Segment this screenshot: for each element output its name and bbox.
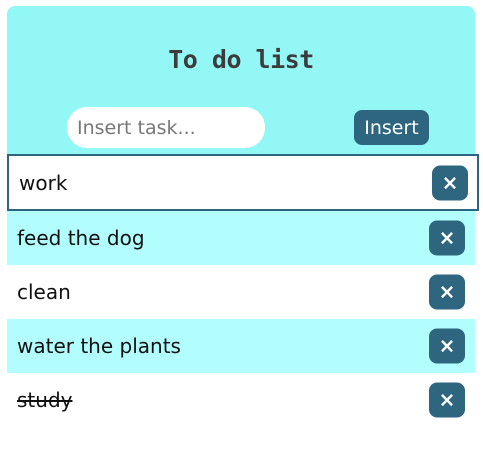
task-label[interactable]: water the plants bbox=[7, 334, 181, 358]
delete-button[interactable]: × bbox=[429, 382, 465, 418]
task-list: work × feed the dog × clean × water the … bbox=[7, 154, 479, 427]
task-label[interactable]: clean bbox=[7, 280, 71, 304]
page-title: To do list bbox=[168, 45, 314, 74]
task-row-clean[interactable]: clean × bbox=[7, 265, 475, 319]
task-label[interactable]: work bbox=[9, 171, 67, 195]
task-row-study[interactable]: study × bbox=[7, 373, 475, 427]
close-icon: × bbox=[438, 279, 456, 304]
todo-header-panel: To do list Insert bbox=[7, 6, 475, 156]
delete-button[interactable]: × bbox=[429, 274, 465, 310]
close-icon: × bbox=[438, 333, 456, 358]
task-input[interactable] bbox=[67, 107, 265, 148]
close-icon: × bbox=[438, 225, 456, 250]
delete-button[interactable]: × bbox=[432, 165, 468, 200]
task-row-water-the-plants[interactable]: water the plants × bbox=[7, 319, 475, 373]
task-label[interactable]: feed the dog bbox=[7, 226, 145, 250]
close-icon: × bbox=[441, 170, 459, 194]
delete-button[interactable]: × bbox=[429, 328, 465, 364]
task-row-feed-the-dog[interactable]: feed the dog × bbox=[7, 211, 475, 265]
task-row-work[interactable]: work × bbox=[7, 154, 479, 211]
delete-button[interactable]: × bbox=[429, 220, 465, 256]
insert-button[interactable]: Insert bbox=[354, 110, 429, 145]
task-label[interactable]: study bbox=[7, 388, 72, 412]
close-icon: × bbox=[438, 387, 456, 412]
